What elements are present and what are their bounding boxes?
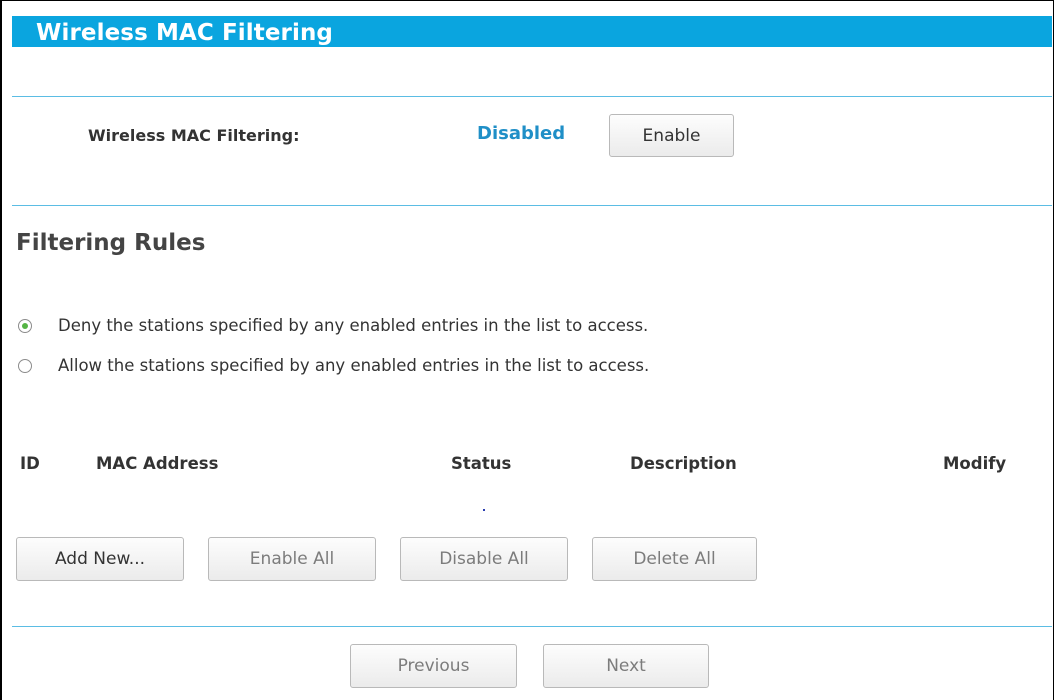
mac-filtering-status: Disabled (477, 123, 566, 144)
allow-rule-option[interactable]: Allow the stations specified by any enab… (18, 356, 649, 375)
column-header-mac-address: MAC Address (96, 454, 219, 473)
delete-all-button[interactable]: Delete All (592, 537, 757, 581)
page-frame (0, 0, 1054, 700)
column-header-status: Status (451, 454, 512, 473)
deny-rule-label: Deny the stations specified by any enabl… (58, 316, 649, 335)
divider (12, 96, 1052, 97)
empty-list-marker (483, 509, 485, 511)
allow-radio[interactable] (18, 358, 32, 373)
allow-rule-label: Allow the stations specified by any enab… (58, 356, 650, 375)
add-new-button[interactable]: Add New... (16, 537, 184, 581)
enable-button[interactable]: Enable (609, 114, 734, 157)
page-title: Wireless MAC Filtering (36, 20, 333, 46)
column-header-id: ID (20, 454, 40, 473)
deny-rule-option[interactable]: Deny the stations specified by any enabl… (18, 316, 648, 335)
next-button[interactable]: Next (543, 644, 709, 688)
divider (12, 626, 1052, 627)
filtering-rules-title: Filtering Rules (16, 230, 206, 256)
disable-all-button[interactable]: Disable All (400, 537, 568, 581)
enable-all-button[interactable]: Enable All (208, 537, 376, 581)
column-header-description: Description (630, 454, 737, 473)
column-header-modify: Modify (943, 454, 1007, 473)
mac-filtering-label: Wireless MAC Filtering: (88, 126, 300, 145)
deny-radio[interactable] (18, 318, 32, 333)
divider (12, 205, 1052, 206)
previous-button[interactable]: Previous (350, 644, 517, 688)
